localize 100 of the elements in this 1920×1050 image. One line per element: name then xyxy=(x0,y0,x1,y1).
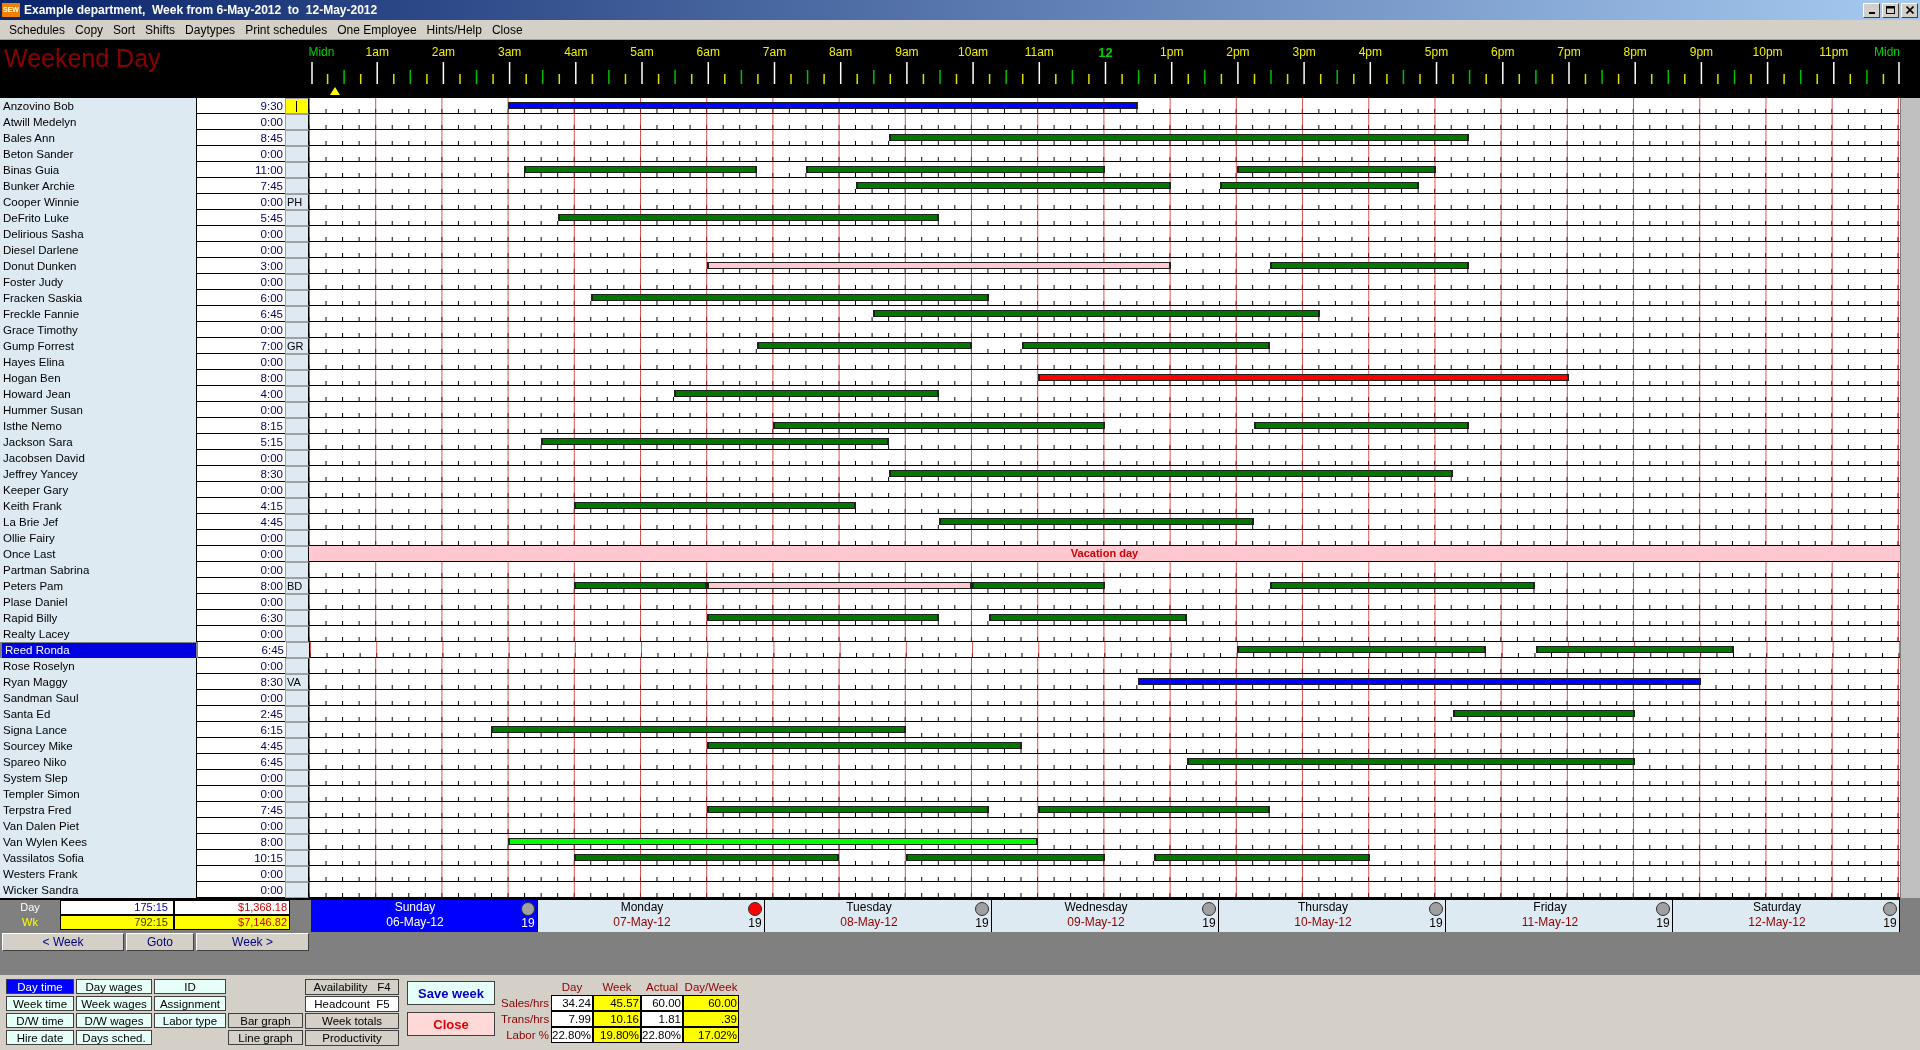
shift-start-handle[interactable] xyxy=(1038,374,1041,381)
code-cell[interactable] xyxy=(285,770,309,786)
employee-name[interactable]: Hayes Elina xyxy=(0,354,197,370)
employee-name[interactable]: Sandman Saul xyxy=(0,690,197,706)
menu-item[interactable]: Sort xyxy=(108,22,141,37)
save-week-button[interactable]: Save week xyxy=(407,981,495,1005)
view-option-button[interactable]: Hire date xyxy=(6,1030,74,1045)
code-cell[interactable] xyxy=(285,178,309,194)
code-cell[interactable] xyxy=(285,802,309,818)
shift-end-handle[interactable] xyxy=(1450,470,1453,477)
panel-button[interactable]: Week totals xyxy=(305,1013,399,1029)
shift-start-handle[interactable] xyxy=(574,582,577,589)
shift-end-handle[interactable] xyxy=(986,806,989,813)
employee-name[interactable]: Freckle Fannie xyxy=(0,306,197,322)
code-cell[interactable] xyxy=(285,834,309,850)
employee-name[interactable]: Jackson Sara xyxy=(0,434,197,450)
employee-name[interactable]: Isthe Nemo xyxy=(0,418,197,434)
shift-end-handle[interactable] xyxy=(1268,806,1271,813)
employee-name[interactable]: Reed Ronda xyxy=(2,643,196,658)
employee-name[interactable]: La Brie Jef xyxy=(0,514,197,530)
employee-name[interactable]: Ollie Fairy xyxy=(0,530,197,546)
employee-name[interactable]: Once Last xyxy=(0,546,197,562)
shift-start-handle[interactable] xyxy=(706,806,709,813)
employee-name[interactable]: Jacobsen David xyxy=(0,450,197,466)
employee-name[interactable]: Keeper Gary xyxy=(0,482,197,498)
code-cell[interactable] xyxy=(285,514,309,530)
week-nav-button[interactable]: Week > xyxy=(196,933,309,951)
shift-start-handle[interactable] xyxy=(491,726,494,733)
shift-start-handle[interactable] xyxy=(1038,806,1041,813)
employee-name[interactable]: Hummer Susan xyxy=(0,402,197,418)
shift-start-handle[interactable] xyxy=(1253,422,1256,429)
employee-name[interactable]: Anzovino Bob xyxy=(0,98,197,114)
code-cell[interactable] xyxy=(285,786,309,802)
shift-bar[interactable] xyxy=(507,838,1039,845)
code-cell[interactable] xyxy=(285,130,309,146)
shift-start-handle[interactable] xyxy=(1237,166,1239,173)
code-cell[interactable] xyxy=(285,482,309,498)
shift-end-handle[interactable] xyxy=(1185,614,1188,621)
code-cell[interactable] xyxy=(285,626,309,642)
shift-end-handle[interactable] xyxy=(1317,310,1320,317)
menu-item[interactable]: Print schedules xyxy=(240,22,333,37)
code-cell[interactable] xyxy=(285,354,309,370)
code-cell[interactable] xyxy=(285,146,309,162)
employee-name[interactable]: Howard Jean xyxy=(0,386,197,402)
shift-end-handle[interactable] xyxy=(903,726,906,733)
shift-start-handle[interactable] xyxy=(557,214,560,221)
view-option-button[interactable]: Day wages xyxy=(76,979,152,994)
shift-start-handle[interactable] xyxy=(1137,678,1140,685)
code-cell[interactable] xyxy=(285,306,309,322)
code-cell[interactable]: VA xyxy=(285,674,309,690)
code-cell[interactable]: BD xyxy=(285,578,309,594)
view-option-button[interactable]: D/W wages xyxy=(76,1013,152,1028)
employee-name[interactable]: Binas Guia xyxy=(0,162,197,178)
shift-end-handle[interactable] xyxy=(1467,262,1470,269)
shift-end-handle[interactable] xyxy=(1251,518,1254,525)
shift-start-handle[interactable] xyxy=(773,422,776,429)
shift-start-handle[interactable] xyxy=(1154,854,1157,861)
employee-name[interactable]: Gump Forrest xyxy=(0,338,197,354)
code-cell[interactable] xyxy=(285,530,309,546)
day-tab[interactable]: Sunday 06-May-12 19 xyxy=(311,900,538,932)
employee-name[interactable]: Hogan Ben xyxy=(0,370,197,386)
menu-item[interactable]: Schedules xyxy=(4,22,71,37)
code-cell[interactable] xyxy=(285,546,309,562)
employee-name[interactable]: Fracken Saskia xyxy=(0,290,197,306)
employee-name[interactable]: Donut Dunken xyxy=(0,258,197,274)
day-tab[interactable]: Saturday 12-May-12 19 xyxy=(1673,900,1900,932)
shift-end-handle[interactable] xyxy=(1483,646,1486,653)
day-tab[interactable]: Thursday 10-May-12 19 xyxy=(1219,900,1446,932)
shift-start-handle[interactable] xyxy=(673,390,676,397)
shift-start-handle[interactable] xyxy=(1270,582,1273,589)
employee-name[interactable]: Sourcey Mike xyxy=(0,738,197,754)
code-cell[interactable] xyxy=(285,722,309,738)
close-button[interactable] xyxy=(1901,2,1918,18)
shift-end-handle[interactable] xyxy=(1699,678,1702,685)
code-cell[interactable]: PH xyxy=(285,194,309,210)
code-cell[interactable] xyxy=(285,290,309,306)
code-cell[interactable] xyxy=(285,242,309,258)
shift-start-handle[interactable] xyxy=(706,262,709,269)
code-cell[interactable] xyxy=(285,706,309,722)
shift-end-handle[interactable] xyxy=(1102,166,1105,173)
code-cell[interactable] xyxy=(285,98,309,114)
shift-start-handle[interactable] xyxy=(1237,646,1240,653)
shift-bar[interactable] xyxy=(706,582,972,589)
code-cell[interactable] xyxy=(285,322,309,338)
shift-end-handle[interactable] xyxy=(887,438,890,445)
shift-end-handle[interactable] xyxy=(1168,182,1171,189)
shift-end-handle[interactable] xyxy=(986,294,989,301)
day-tab[interactable]: Monday 07-May-12 19 xyxy=(538,900,765,932)
shift-end-handle[interactable] xyxy=(837,854,840,861)
employee-name[interactable]: Wicker Sandra xyxy=(0,882,197,898)
code-cell[interactable] xyxy=(285,754,309,770)
employee-name[interactable]: Beton Sander xyxy=(0,146,197,162)
close-button[interactable]: Close xyxy=(407,1012,495,1036)
shift-end-handle[interactable] xyxy=(1367,854,1370,861)
view-option-button[interactable]: Week time xyxy=(6,996,74,1011)
shift-start-handle[interactable] xyxy=(1452,710,1455,717)
minimize-button[interactable] xyxy=(1863,2,1880,18)
code-cell[interactable] xyxy=(285,466,309,482)
shift-start-handle[interactable] xyxy=(524,166,527,173)
day-tab[interactable]: Friday 11-May-12 19 xyxy=(1446,900,1673,932)
